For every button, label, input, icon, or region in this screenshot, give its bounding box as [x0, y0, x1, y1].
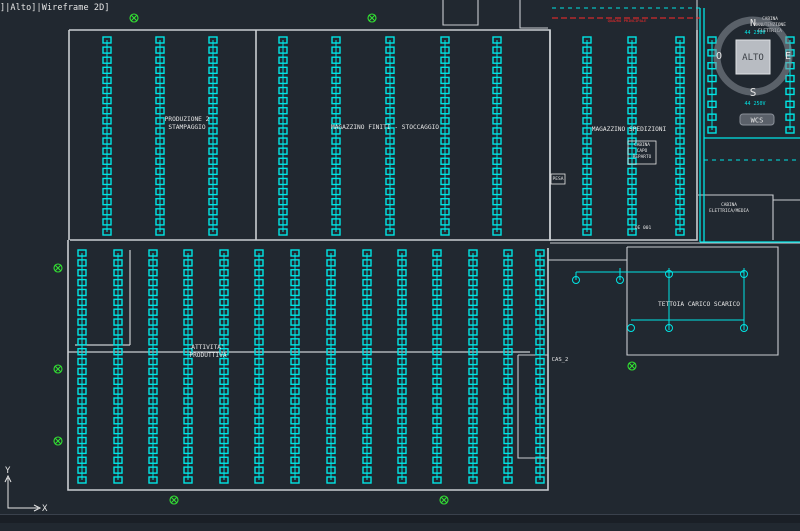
view-cube-note-bottom: 44 250V [744, 101, 765, 107]
wall-outline [69, 29, 551, 241]
lighting-fixtures [77, 36, 795, 484]
label-cas: CAS_2 [552, 357, 569, 363]
wall-right-wing [549, 30, 698, 241]
ucs-icon [4, 474, 42, 512]
view-cube-note-top: 44 250V [744, 30, 765, 36]
label-canopy: TETTOIA CARICO SCARICO [658, 301, 740, 308]
label-pesa: PESA [552, 176, 563, 182]
label-qe: QE 001 [635, 225, 652, 231]
label-shipping: MAGAZZINO SPEDIZIONI [592, 126, 667, 133]
label-production2: PRODUZIONE 2 [165, 116, 210, 123]
drawing-viewport[interactable]: PRODUZIONE 2 STAMPAGGIO MAGAZZINO FINITI… [0, 0, 800, 523]
wall-top-small-2 [519, 0, 548, 29]
cad-drawing[interactable]: PRODUZIONE 2 STAMPAGGIO MAGAZZINO FINITI… [0, 0, 800, 523]
view-cube-west[interactable]: O [716, 51, 722, 62]
wall-cabin-box [698, 194, 774, 240]
building-walls [67, 0, 800, 491]
label-activity-b: PRODUTTIVA [189, 352, 227, 359]
view-cube-south[interactable]: S [750, 86, 757, 99]
view-cube-face-label: ALTO [742, 53, 764, 63]
label-cabin-c: REPARTO [633, 154, 652, 160]
label-warehouse: MAGAZZINO FINITI - STOCCAGGIO [331, 124, 439, 131]
canopy-lamps [572, 268, 748, 332]
ucs-y-label: Y [5, 466, 11, 476]
canopy-lamp [627, 324, 635, 332]
label-activity: ATTIVITA' [191, 344, 225, 351]
view-cube-north[interactable]: N [750, 18, 756, 29]
wcs-button-label: WCS [751, 117, 764, 125]
status-bar [0, 514, 800, 523]
label-cabin: CABINA [634, 142, 650, 148]
label-electrical-b: ELETTRICA/MEDIA [709, 208, 749, 214]
label-red: QUADRO PRINCIPALE [608, 18, 648, 23]
viewport-controls-label[interactable]: ]|Alto]|Wireframe 2D] [0, 3, 110, 13]
wall-top-small [442, 0, 479, 26]
ucs-x-label: X [42, 504, 48, 514]
label-cabin-b: CAPO [637, 148, 648, 154]
view-cube-east[interactable]: E [785, 51, 791, 62]
label-production2-b: STAMPAGGIO [168, 124, 206, 131]
room-labels: PRODUZIONE 2 STAMPAGGIO MAGAZZINO FINITI… [165, 16, 787, 363]
view-cube[interactable]: ALTO N S O E 44 250V 44 250V WCS [706, 12, 800, 130]
label-electrical: CABINA [721, 202, 737, 208]
